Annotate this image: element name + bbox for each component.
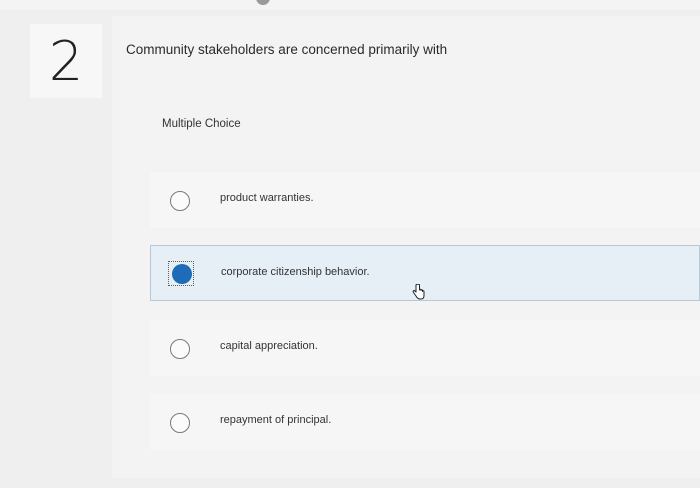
option-capital-appreciation[interactable]: capital appreciation. [150, 320, 700, 376]
radio-button[interactable] [170, 339, 190, 359]
option-product-warranties[interactable]: product warranties. [150, 172, 700, 228]
top-indicator [256, 0, 270, 5]
option-label: product warranties. [220, 192, 314, 204]
answer-type-label: Multiple Choice [162, 118, 241, 130]
radio-button-selected[interactable] [168, 261, 194, 286]
top-strip [0, 0, 700, 10]
option-label: capital appreciation. [220, 340, 318, 352]
option-label: repayment of principal. [220, 414, 332, 426]
radio-button[interactable] [170, 413, 190, 433]
question-text: Community stakeholders are concerned pri… [126, 42, 448, 57]
question-number: 2 [48, 30, 84, 93]
radio-button[interactable] [170, 191, 190, 211]
radio-filled-icon [172, 264, 192, 284]
option-repayment-of-principal[interactable]: repayment of principal. [150, 394, 700, 450]
question-number-box: 2 [30, 24, 102, 98]
option-corporate-citizenship[interactable]: corporate citizenship behavior. [150, 245, 700, 301]
hand-pointer-icon [412, 284, 425, 300]
option-label: corporate citizenship behavior. [221, 266, 370, 278]
